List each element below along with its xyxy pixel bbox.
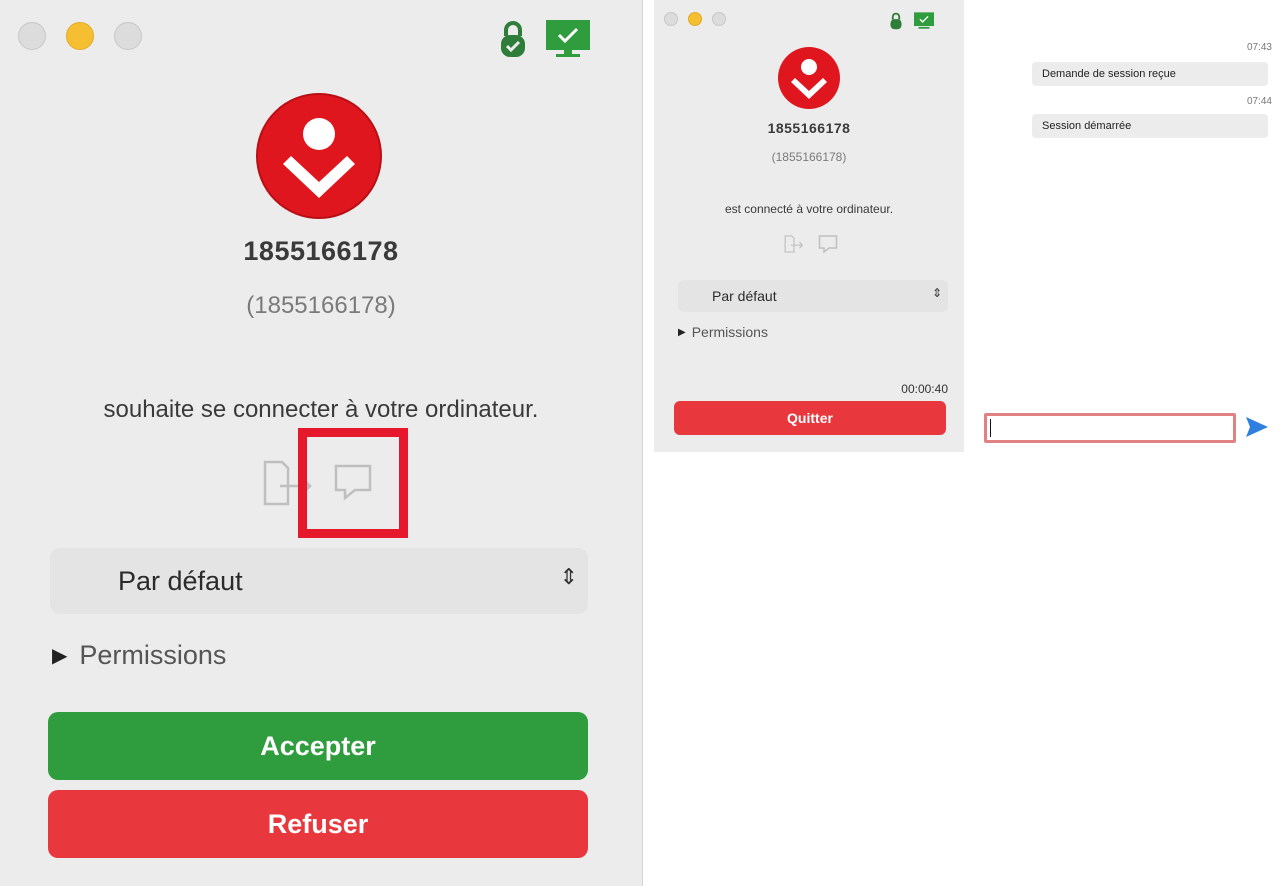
peer-id: 1855166178 [767, 120, 851, 136]
lock-icon [501, 21, 525, 57]
close-button[interactable] [664, 12, 678, 26]
close-button[interactable] [18, 22, 46, 50]
connection-message: souhaite se connecter à votre ordinateur… [103, 396, 539, 423]
chevron-updown-icon: ⇕ [931, 286, 942, 300]
window-controls [664, 12, 726, 26]
zoom-button[interactable] [712, 12, 726, 26]
peer-alias: (1855166178) [771, 150, 847, 164]
permission-profile-select[interactable]: Par défaut ⇕ [678, 280, 948, 312]
disclosure-triangle-icon: ▶ [52, 645, 68, 667]
connection-request-window: 1855166178 (1855166178) souhaite se conn… [0, 0, 643, 886]
session-sidebar: 1855166178 (1855166178) est connecté à v… [654, 0, 964, 452]
quit-button[interactable]: Quitter [674, 401, 946, 435]
minimize-button[interactable] [688, 12, 702, 26]
lock-icon [890, 12, 902, 30]
chat-message: Demande de session reçue [1032, 62, 1268, 86]
permissions-disclosure[interactable]: ▶ Permissions [52, 640, 226, 671]
monitor-check-icon [546, 20, 590, 57]
refuse-button[interactable]: Refuser [48, 790, 588, 858]
peer-id: 1855166178 [243, 236, 399, 266]
anydesk-avatar-icon [778, 47, 840, 109]
status-icons [500, 20, 590, 58]
chat-message: Session démarrée [1032, 114, 1268, 138]
permissions-disclosure[interactable]: ▶ Permissions [678, 324, 768, 340]
status-icons [890, 12, 934, 30]
accept-button[interactable]: Accepter [48, 712, 588, 780]
profile-value: Par défaut [712, 288, 777, 304]
profile-value: Par défaut [118, 565, 243, 596]
anydesk-avatar-icon [256, 93, 382, 219]
send-icon[interactable] [1244, 414, 1270, 440]
file-transfer-icon[interactable] [784, 234, 804, 254]
active-session-window: 1855166178 (1855166178) est connecté à v… [654, 0, 1286, 452]
window-controls [18, 22, 142, 50]
message-time: 07:44 [1246, 96, 1272, 107]
connection-message: est connecté à votre ordinateur. [724, 202, 894, 216]
permissions-label: Permissions [79, 640, 227, 670]
chat-input[interactable] [984, 413, 1236, 443]
permission-profile-select[interactable]: Par défaut ⇕ [50, 548, 588, 614]
peer-alias: (1855166178) [246, 292, 396, 319]
disclosure-triangle-icon: ▶ [678, 326, 686, 338]
chat-icon[interactable] [818, 234, 838, 254]
permissions-label: Permissions [691, 324, 768, 340]
zoom-button[interactable] [114, 22, 142, 50]
chat-panel: 07:43 Demande de session reçue 07:44 Ses… [972, 0, 1284, 452]
message-time: 07:43 [1246, 42, 1272, 53]
chat-highlight-box [298, 428, 408, 538]
chevron-updown-icon: ⇕ [559, 564, 578, 589]
monitor-check-icon [914, 12, 934, 29]
session-timer: 00:00:40 [901, 382, 948, 396]
minimize-button[interactable] [66, 22, 94, 50]
